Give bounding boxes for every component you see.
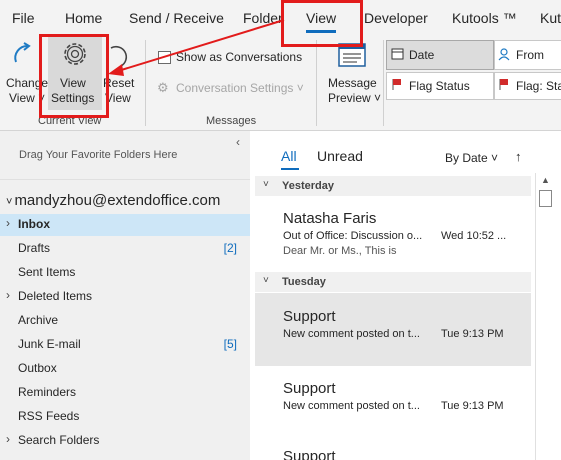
annotation-arrow — [108, 19, 285, 76]
annotation-arrow-overlay — [108, 19, 285, 76]
